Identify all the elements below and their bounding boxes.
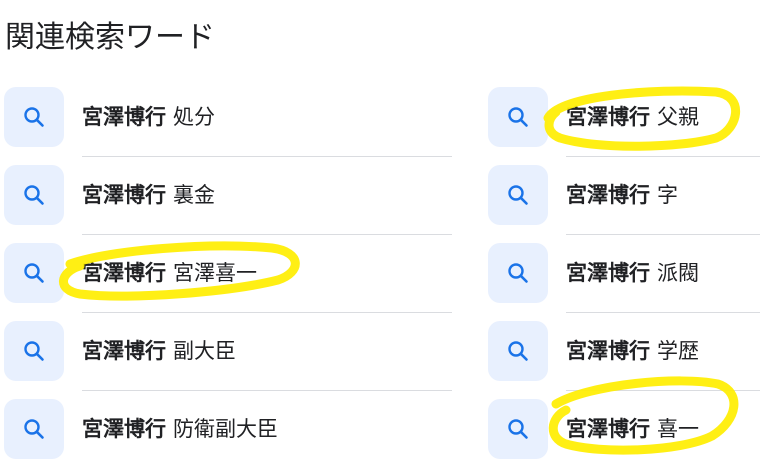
- related-searches-section: 関連検索ワード 宮澤博行 処分 宮澤博行 裏金 宮澤博行 宮澤喜一 宮澤博行 副…: [0, 0, 760, 462]
- search-icon-box: [4, 399, 64, 459]
- search-icon-box: [488, 399, 548, 459]
- related-search-label: 宮澤博行 副大臣: [82, 337, 236, 365]
- search-icon-box: [488, 321, 548, 381]
- query-keyword: 宮澤博行: [566, 105, 650, 129]
- divider: [82, 312, 452, 313]
- related-search-label: 宮澤博行 父親: [566, 103, 699, 131]
- section-title: 関連検索ワード: [5, 20, 215, 55]
- related-search-label: 宮澤博行 処分: [82, 103, 215, 131]
- search-icon: [24, 185, 44, 205]
- query-keyword: 宮澤博行: [566, 339, 650, 363]
- related-search-label: 宮澤博行字: [566, 181, 678, 209]
- divider: [82, 156, 452, 157]
- search-icon: [24, 107, 44, 127]
- search-icon-box: [488, 87, 548, 147]
- related-search-label: 宮澤博行 宮澤喜一: [82, 259, 257, 287]
- related-search-item[interactable]: 宮澤博行 喜一: [488, 398, 760, 460]
- query-suffix: 派閥: [657, 261, 699, 285]
- query-keyword: 宮澤博行: [82, 339, 166, 363]
- divider: [566, 312, 760, 313]
- related-search-label: 宮澤博行 防衛副大臣: [82, 415, 278, 443]
- search-icon: [508, 185, 528, 205]
- query-suffix: 防衛副大臣: [173, 417, 278, 441]
- query-keyword: 宮澤博行: [566, 417, 650, 441]
- related-search-label: 宮澤博行 学歴: [566, 337, 699, 365]
- search-icon: [24, 419, 44, 439]
- query-suffix: 処分: [173, 105, 215, 129]
- divider: [82, 234, 452, 235]
- related-search-item[interactable]: 宮澤博行字: [488, 164, 760, 235]
- search-icon: [24, 263, 44, 283]
- search-icon-box: [488, 243, 548, 303]
- related-search-label: 宮澤博行 派閥: [566, 259, 699, 287]
- search-icon-box: [4, 243, 64, 303]
- related-search-item[interactable]: 宮澤博行 裏金: [4, 164, 452, 235]
- related-search-item[interactable]: 宮澤博行 学歴: [488, 320, 760, 391]
- divider: [566, 390, 760, 391]
- query-keyword: 宮澤博行: [82, 261, 166, 285]
- search-icon-box: [488, 165, 548, 225]
- query-suffix: 宮澤喜一: [173, 261, 257, 285]
- search-icon: [508, 263, 528, 283]
- query-suffix: 喜一: [657, 417, 699, 441]
- related-search-item[interactable]: 宮澤博行 派閥: [488, 242, 760, 313]
- related-search-item[interactable]: 宮澤博行 防衛副大臣: [4, 398, 452, 460]
- related-search-label: 宮澤博行 喜一: [566, 415, 699, 443]
- query-keyword: 宮澤博行: [82, 417, 166, 441]
- query-keyword: 宮澤博行: [82, 183, 166, 207]
- search-icon: [508, 107, 528, 127]
- divider: [566, 234, 760, 235]
- query-keyword: 宮澤博行: [82, 105, 166, 129]
- query-suffix: 学歴: [657, 339, 699, 363]
- divider: [566, 156, 760, 157]
- query-suffix: 裏金: [173, 183, 215, 207]
- divider: [82, 390, 452, 391]
- related-search-label: 宮澤博行 裏金: [82, 181, 215, 209]
- query-suffix: 父親: [657, 105, 699, 129]
- related-search-item[interactable]: 宮澤博行 宮澤喜一: [4, 242, 452, 313]
- search-icon-box: [4, 165, 64, 225]
- related-search-item[interactable]: 宮澤博行 処分: [4, 86, 452, 157]
- query-keyword: 宮澤博行: [566, 183, 650, 207]
- search-icon: [24, 341, 44, 361]
- search-icon: [508, 341, 528, 361]
- highlight-annotations: [59, 86, 740, 455]
- query-suffix: 字: [657, 183, 678, 207]
- query-keyword: 宮澤博行: [566, 261, 650, 285]
- search-icon: [508, 419, 528, 439]
- search-icon-box: [4, 321, 64, 381]
- search-icon-box: [4, 87, 64, 147]
- related-search-item[interactable]: 宮澤博行 父親: [488, 86, 760, 157]
- query-suffix: 副大臣: [173, 339, 236, 363]
- related-search-item[interactable]: 宮澤博行 副大臣: [4, 320, 452, 391]
